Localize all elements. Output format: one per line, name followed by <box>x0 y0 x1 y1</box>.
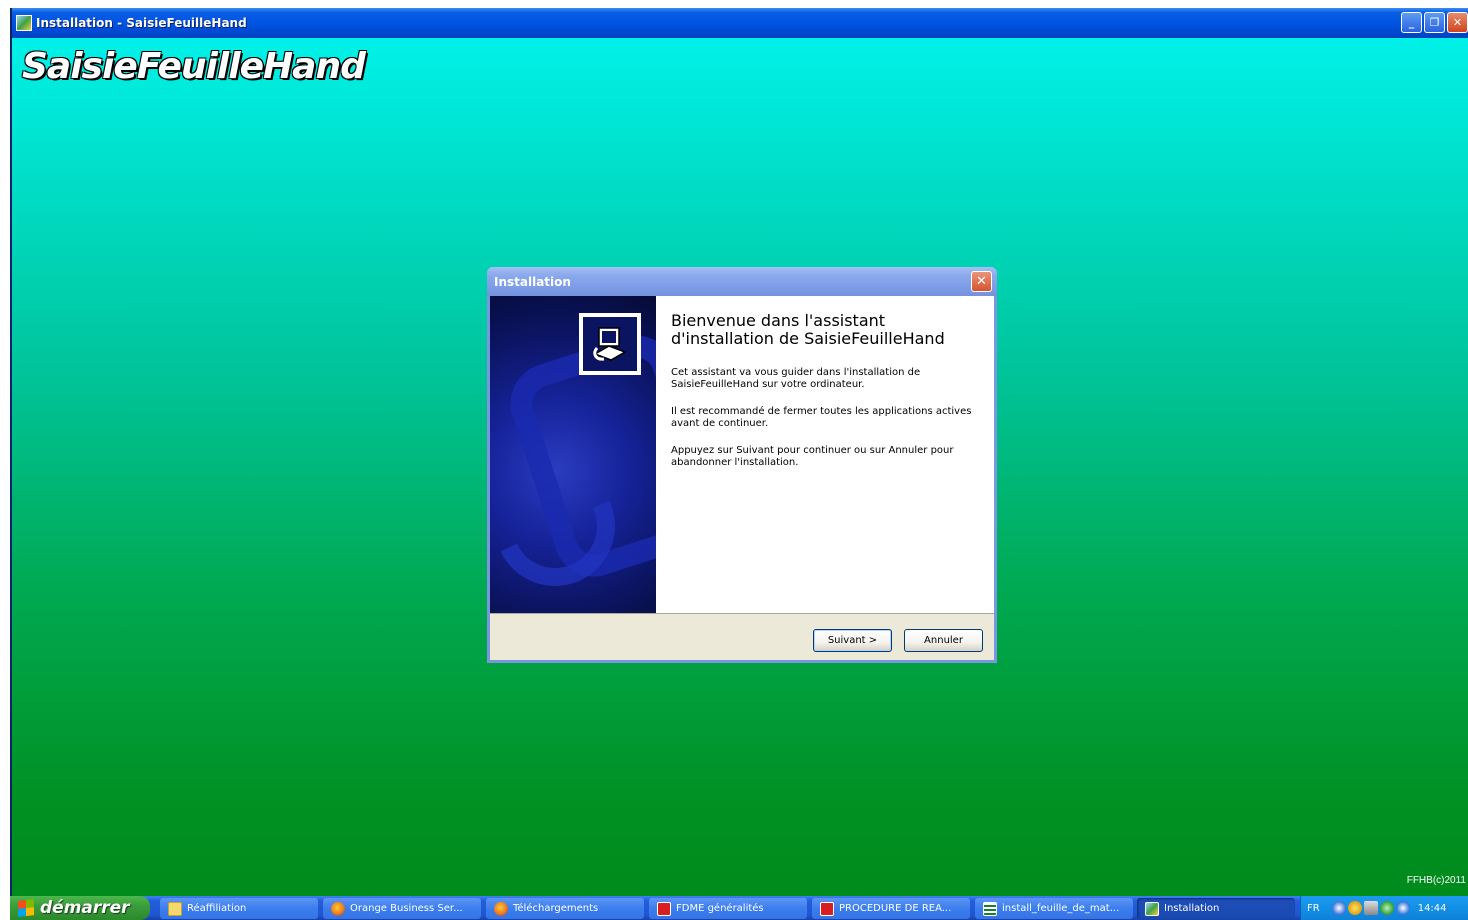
window-controls: _ ❐ ✕ <box>1401 12 1468 33</box>
setup-computer-icon <box>579 313 641 375</box>
window-titlebar[interactable]: Installation - SaisieFeuilleHand _ ❐ ✕ <box>12 8 1468 38</box>
document-icon <box>983 901 997 916</box>
taskbar-item-procedure[interactable]: PROCEDURE DE REA... <box>812 898 970 919</box>
acrobat-icon <box>657 901 671 916</box>
installer-app-icon <box>16 15 32 31</box>
welcome-heading-line1: Bienvenue dans l'assistant <box>671 311 886 330</box>
wireless-icon[interactable] <box>1379 901 1394 915</box>
wizard-side-image <box>490 296 656 613</box>
dialog-close-button[interactable]: ✕ <box>971 271 992 292</box>
taskbar-item-orange-business[interactable]: Orange Business Ser... <box>323 898 481 919</box>
language-indicator[interactable]: FR <box>1307 903 1320 914</box>
taskbar-item-fdme-generalites[interactable]: FDME généralités <box>649 898 807 919</box>
security-shield-icon[interactable] <box>1347 901 1362 915</box>
installer-icon <box>1145 901 1159 916</box>
taskbar-item-installation[interactable]: Installation <box>1137 898 1295 919</box>
welcome-heading: Bienvenue dans l'assistant d'installatio… <box>671 312 981 348</box>
intro-line1: Cet assistant va vous guider dans l'inst… <box>671 367 921 378</box>
system-tray: FR 14:44 <box>1300 896 1468 920</box>
acrobat-icon <box>820 901 834 916</box>
taskbar-item-label: Réaffiliation <box>187 903 247 914</box>
firefox-icon <box>331 901 345 916</box>
maximize-button[interactable]: ❐ <box>1424 12 1445 33</box>
taskbar-item-reaffiliation[interactable]: Réaffiliation <box>160 898 318 919</box>
taskbar-item-label: FDME généralités <box>676 903 764 914</box>
welcome-heading-line2: d'installation de SaisieFeuilleHand <box>671 329 945 348</box>
taskbar-item-label: Installation <box>1164 903 1220 914</box>
taskbar-item-telechargements[interactable]: Téléchargements <box>486 898 644 919</box>
installation-dialog: Installation ✕ Bienvenue dans l'assistan… <box>487 267 997 663</box>
close-button[interactable]: ✕ <box>1447 12 1468 33</box>
clock[interactable]: 14:44 <box>1418 903 1447 914</box>
close-apps-line1: Il est recommandé de fermer toutes les a… <box>671 406 972 417</box>
dialog-body: Bienvenue dans l'assistant d'installatio… <box>490 296 994 613</box>
wizard-content: Bienvenue dans l'assistant d'installatio… <box>671 312 981 484</box>
instructions-line1: Appuyez sur Suivant pour continuer ou su… <box>671 445 954 456</box>
tray-expand-icon[interactable] <box>1331 901 1346 915</box>
taskbar-item-install-feuille[interactable]: install_feuille_de_mat... <box>975 898 1133 919</box>
intro-paragraph: Cet assistant va vous guider dans l'inst… <box>671 367 981 391</box>
taskbar-item-label: Téléchargements <box>513 903 599 914</box>
app-banner-title: SaisieFeuilleHand <box>22 46 366 87</box>
windows-logo-icon <box>18 899 34 917</box>
minimize-button[interactable]: _ <box>1401 12 1422 33</box>
taskbar: démarrer Réaffiliation Orange Business S… <box>10 896 1468 920</box>
intro-line2: SaisieFeuilleHand sur votre ordinateur. <box>671 379 865 390</box>
copyright-text: FFHB(c)2011 <box>1406 875 1466 886</box>
start-button[interactable]: démarrer <box>10 896 150 920</box>
firefox-icon <box>494 901 508 916</box>
instructions-paragraph: Appuyez sur Suivant pour continuer ou su… <box>671 445 981 469</box>
folder-icon <box>168 901 182 916</box>
close-apps-paragraph: Il est recommandé de fermer toutes les a… <box>671 406 981 430</box>
update-icon[interactable] <box>1395 901 1410 915</box>
close-apps-line2: avant de continuer. <box>671 418 769 429</box>
taskbar-item-label: install_feuille_de_mat... <box>1002 903 1120 914</box>
window-title: Installation - SaisieFeuilleHand <box>36 16 247 30</box>
taskbar-item-label: PROCEDURE DE REA... <box>839 903 952 914</box>
dialog-titlebar[interactable]: Installation ✕ <box>487 267 997 296</box>
instructions-line2: abandonner l'installation. <box>671 457 799 468</box>
dialog-footer: Suivant > Annuler <box>490 613 994 663</box>
network-icon[interactable] <box>1363 901 1378 915</box>
taskbar-item-label: Orange Business Ser... <box>350 903 463 914</box>
dialog-title: Installation <box>494 274 571 289</box>
cancel-button[interactable]: Annuler <box>904 629 983 652</box>
start-label: démarrer <box>40 898 130 918</box>
next-button[interactable]: Suivant > <box>813 629 892 652</box>
